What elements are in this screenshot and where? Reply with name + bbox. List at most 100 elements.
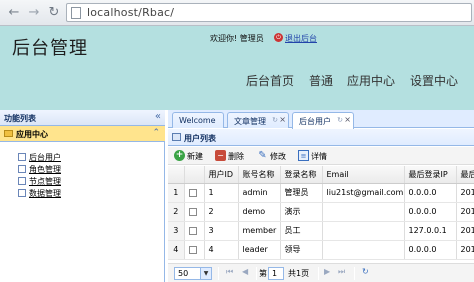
url-text[interactable]: localhost/Rbac/ xyxy=(87,6,174,19)
checkbox[interactable] xyxy=(188,245,197,254)
nav-app-center[interactable]: 应用中心 xyxy=(347,72,395,89)
user-table-wrapper: 用户ID 账号名称 登录名称 Email 最后登录IP 最后登录 1 1 adm… xyxy=(168,166,474,262)
cell-account: leader xyxy=(238,240,281,260)
grid-panel-header: 用户列表 xyxy=(168,129,474,146)
row-number: 1 xyxy=(168,183,185,203)
pagination-bar: 50 ▼ ⏮ ◀ 第 1 共1页 ▶ ⏭ ↻ xyxy=(168,263,474,282)
tab-articles[interactable]: 文章管理 ↻ × xyxy=(227,112,289,128)
checkbox[interactable] xyxy=(188,188,197,197)
app-header: 后台管理 欢迎你! 管理员 ⏻ 退出后台 后台首页 普通 应用中心 设置中心 xyxy=(0,26,474,110)
chevron-up-icon[interactable]: ⌃ xyxy=(152,128,160,138)
cell-email: liu21st@gmail.com xyxy=(322,183,405,203)
tab-admin-users[interactable]: 后台用户 ↻ × xyxy=(292,112,354,129)
logout-icon: ⏻ xyxy=(274,33,283,42)
table-row[interactable]: 2 2 demo 演示 0.0.0.0 2013- xyxy=(168,202,474,222)
pencil-icon: ✎ xyxy=(258,150,267,161)
detail-icon: ≡ xyxy=(298,150,309,161)
refresh-icon[interactable]: ↻ xyxy=(337,116,343,124)
cell-id: 3 xyxy=(204,221,239,241)
cell-last-login: 2013- xyxy=(456,183,474,203)
cell-last-ip: 0.0.0.0 xyxy=(404,240,457,260)
page-size-select[interactable]: 50 ▼ xyxy=(174,267,212,280)
page-size-value: 50 xyxy=(178,269,189,278)
main-panel: Welcome 文章管理 ↻ × 后台用户 ↻ × 用户列表 + 新建 − 删除… xyxy=(168,110,474,282)
app-title: 后台管理 xyxy=(12,38,88,59)
address-bar[interactable]: localhost/Rbac/ xyxy=(66,3,472,22)
column-header-id[interactable]: 用户ID xyxy=(204,166,239,184)
nav-settings-center[interactable]: 设置中心 xyxy=(410,72,458,89)
page-icon xyxy=(18,189,26,197)
page-prefix: 第 xyxy=(259,269,267,278)
welcome-text: 欢迎你! 管理员 xyxy=(210,34,264,43)
tab-welcome[interactable]: Welcome xyxy=(172,112,224,128)
accordion-header-app-center[interactable]: 应用中心 ⌃ xyxy=(0,126,165,142)
refresh-icon[interactable]: ↻ xyxy=(362,267,369,276)
nav-normal[interactable]: 普通 xyxy=(309,72,333,89)
cell-id: 1 xyxy=(204,183,239,203)
accordion-title: 应用中心 xyxy=(16,130,48,139)
column-header-account[interactable]: 账号名称 xyxy=(238,166,281,184)
row-checkbox[interactable] xyxy=(184,183,205,203)
sidebar-item-label[interactable]: 数据管理 xyxy=(29,188,61,199)
tab-label: 文章管理 xyxy=(234,117,266,126)
page-icon xyxy=(71,7,81,19)
collapse-icon[interactable]: « xyxy=(155,111,161,122)
reload-icon[interactable]: ↻ xyxy=(46,5,62,21)
sidebar-item-label[interactable]: 角色管理 xyxy=(29,164,61,175)
table-row[interactable]: 3 3 member 员工 127.0.0.1 2013- xyxy=(168,221,474,241)
close-icon[interactable]: × xyxy=(344,115,351,124)
column-header-login[interactable]: 登录名称 xyxy=(280,166,323,184)
cell-email xyxy=(322,202,405,222)
row-number: 3 xyxy=(168,221,185,241)
user-table: 用户ID 账号名称 登录名称 Email 最后登录IP 最后登录 1 1 adm… xyxy=(168,166,474,260)
nav-home[interactable]: 后台首页 xyxy=(246,72,294,89)
sidebar-item-label[interactable]: 节点管理 xyxy=(29,176,61,187)
select-all-header[interactable] xyxy=(184,166,205,184)
chevron-down-icon[interactable]: ▼ xyxy=(200,268,211,279)
cell-login: 员工 xyxy=(280,221,323,241)
logout-link[interactable]: 退出后台 xyxy=(285,33,317,44)
cell-login: 领导 xyxy=(280,240,323,260)
cell-last-ip: 0.0.0.0 xyxy=(404,183,457,203)
sidebar-item-label[interactable]: 后台用户 xyxy=(29,152,61,163)
row-number: 4 xyxy=(168,240,185,260)
last-page-icon[interactable]: ⏭ xyxy=(338,267,345,277)
close-icon[interactable]: × xyxy=(279,115,286,124)
delete-icon: − xyxy=(215,150,226,161)
column-header-email[interactable]: Email xyxy=(322,166,405,184)
cell-email xyxy=(322,240,405,260)
next-page-icon[interactable]: ▶ xyxy=(324,267,330,276)
cell-email xyxy=(322,221,405,241)
tab-label: Welcome xyxy=(179,116,216,125)
first-page-icon[interactable]: ⏮ xyxy=(226,267,233,277)
prev-page-icon[interactable]: ◀ xyxy=(242,267,248,276)
grid-panel-title: 用户列表 xyxy=(184,134,216,143)
pager-divider xyxy=(318,267,319,280)
cell-account: member xyxy=(238,221,281,241)
cell-last-ip: 127.0.0.1 xyxy=(404,221,457,241)
forward-arrow-icon[interactable]: → xyxy=(26,5,42,21)
page-icon xyxy=(18,153,26,161)
row-checkbox[interactable] xyxy=(184,202,205,222)
sidebar-title: 功能列表 xyxy=(4,114,36,123)
folder-icon xyxy=(4,130,13,137)
checkbox[interactable] xyxy=(188,207,197,216)
column-header-last-login[interactable]: 最后登录 xyxy=(456,166,474,184)
row-checkbox[interactable] xyxy=(184,240,205,260)
column-header-last-ip[interactable]: 最后登录IP xyxy=(404,166,457,184)
checkbox[interactable] xyxy=(188,226,197,235)
table-row[interactable]: 4 4 leader 领导 0.0.0.0 2013- xyxy=(168,240,474,260)
list-icon xyxy=(172,133,181,141)
refresh-icon[interactable]: ↻ xyxy=(272,116,278,124)
page-number-input[interactable]: 1 xyxy=(268,267,284,280)
pager-divider xyxy=(256,267,257,280)
grid-toolbar: + 新建 − 删除 ✎ 修改 ≡ 详情 xyxy=(168,147,474,165)
cell-last-login: 2013- xyxy=(456,202,474,222)
delete-label: 删除 xyxy=(228,152,244,161)
tab-label: 后台用户 xyxy=(299,117,331,126)
row-number: 2 xyxy=(168,202,185,222)
table-row[interactable]: 1 1 admin 管理员 liu21st@gmail.com 0.0.0.0 … xyxy=(168,183,474,203)
back-arrow-icon[interactable]: ← xyxy=(6,5,22,21)
browser-toolbar: ← → ↻ localhost/Rbac/ xyxy=(0,0,474,26)
row-checkbox[interactable] xyxy=(184,221,205,241)
